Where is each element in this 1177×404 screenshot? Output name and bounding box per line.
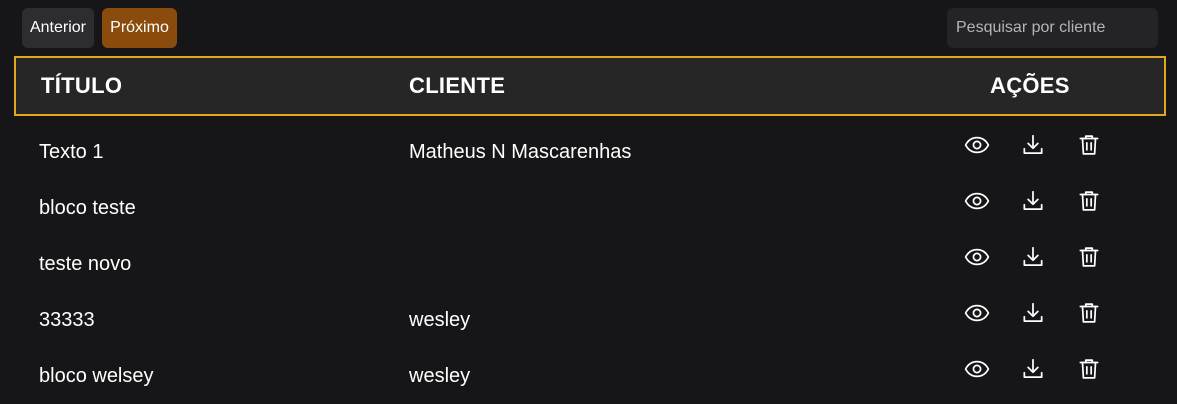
column-header-actions: AÇÕES [990, 73, 1070, 98]
row-client: wesley [409, 365, 471, 387]
trash-icon[interactable] [1076, 356, 1102, 382]
eye-icon[interactable] [964, 300, 990, 326]
trash-icon[interactable] [1076, 300, 1102, 326]
eye-icon[interactable] [964, 244, 990, 270]
toolbar: Anterior Próximo [0, 0, 1177, 56]
row-client: Matheus N Mascarenhas [409, 141, 632, 163]
previous-page-button[interactable]: Anterior [22, 8, 94, 48]
trash-icon[interactable] [1076, 244, 1102, 270]
next-page-button[interactable]: Próximo [102, 8, 177, 48]
row-title: Texto 1 [39, 141, 104, 163]
eye-icon[interactable] [964, 356, 990, 382]
table-body: Texto 1 Matheus N Mascarenhas bloco test… [0, 124, 1177, 404]
table-header: TÍTULO CLIENTE AÇÕES [14, 56, 1166, 116]
column-header-client: CLIENTE [409, 73, 506, 98]
download-icon[interactable] [1020, 244, 1046, 270]
download-icon[interactable] [1020, 300, 1046, 326]
trash-icon[interactable] [1076, 132, 1102, 158]
trash-icon[interactable] [1076, 188, 1102, 214]
row-title: 33333 [39, 309, 95, 331]
download-icon[interactable] [1020, 356, 1046, 382]
table-row: teste novo [0, 236, 1177, 292]
row-title: bloco welsey [39, 365, 154, 387]
row-title: teste novo [39, 253, 132, 275]
table-row: 33333 wesley [0, 292, 1177, 348]
download-icon[interactable] [1020, 188, 1046, 214]
search-client-input[interactable] [947, 8, 1158, 48]
row-client: wesley [409, 309, 471, 331]
eye-icon[interactable] [964, 132, 990, 158]
download-icon[interactable] [1020, 132, 1046, 158]
table-row: bloco teste [0, 180, 1177, 236]
eye-icon[interactable] [964, 188, 990, 214]
table-row: Texto 1 Matheus N Mascarenhas [0, 124, 1177, 180]
row-title: bloco teste [39, 197, 136, 219]
column-header-title: TÍTULO [41, 73, 123, 98]
table-row: bloco welsey wesley [0, 348, 1177, 404]
